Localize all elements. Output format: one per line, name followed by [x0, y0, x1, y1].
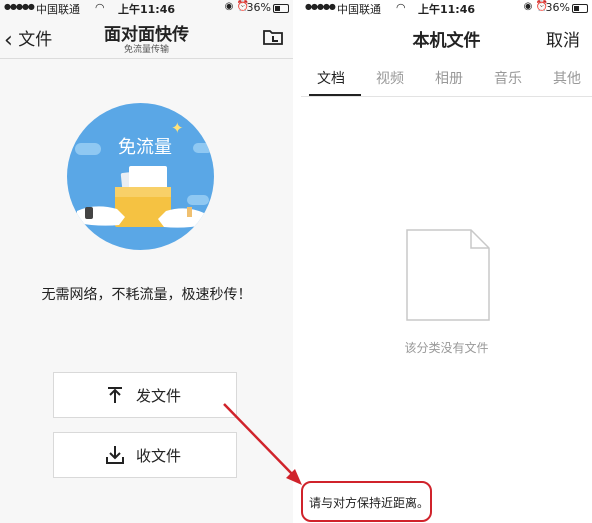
tab-albums[interactable]: 相册 [435, 68, 463, 88]
battery-percent: 36% [545, 1, 570, 14]
receive-file-button[interactable]: 收文件 [53, 432, 237, 478]
battery-percent: 36% [246, 1, 271, 14]
send-file-button[interactable]: 发文件 [53, 372, 237, 418]
receive-file-label: 收文件 [136, 447, 182, 465]
page-subtitle: 免流量传输 [123, 45, 169, 55]
send-file-label: 发文件 [136, 387, 182, 405]
navigation-bar: 本机文件 取消 [301, 16, 592, 56]
tab-videos[interactable]: 视频 [376, 68, 404, 88]
face-to-face-transfer-screen: ●●●●● 中国联通 ◠ 上午11:46 ◉ ⏰ 36% ‹ 文件 面对面快传 … [0, 0, 293, 523]
empty-state-text: 该分类没有文件 [404, 341, 489, 355]
upload-icon [108, 387, 122, 403]
alarm-icon: ◉ ⏰ [224, 1, 249, 12]
folder-icon[interactable] [263, 29, 283, 45]
tab-other[interactable]: 其他 [553, 68, 581, 88]
battery-icon [273, 4, 289, 13]
battery-icon [572, 4, 588, 13]
alarm-icon: ◉ ⏰ [523, 1, 548, 12]
local-files-screen: ●●●●● 中国联通 ◠ 上午11:46 ◉ ⏰ 36% 本机文件 取消 文档 … [301, 0, 592, 523]
navigation-bar: ‹ 文件 面对面快传 免流量传输 [0, 16, 293, 59]
cancel-button[interactable]: 取消 [546, 26, 580, 51]
free-data-illustration: ✦ 免流量 [67, 103, 214, 250]
blank-document-icon [406, 229, 490, 321]
proximity-hint: 请与对方保持近距离。 [309, 496, 430, 510]
hands-folder-icon [77, 166, 204, 228]
download-icon [106, 446, 124, 464]
screen-divider [293, 0, 301, 523]
status-bar: ●●●●● 中国联通 ◠ 上午11:46 ◉ ⏰ 36% [301, 0, 592, 16]
feature-slogan: 无需网络，不耗流量，极速秒传！ [41, 287, 252, 303]
category-tabs: 文档 视频 相册 音乐 其他 [301, 64, 592, 97]
tab-music[interactable]: 音乐 [494, 68, 522, 88]
tab-documents[interactable]: 文档 [317, 68, 345, 88]
status-bar: ●●●●● 中国联通 ◠ 上午11:46 ◉ ⏰ 36% [0, 0, 293, 16]
active-tab-indicator [309, 94, 361, 96]
